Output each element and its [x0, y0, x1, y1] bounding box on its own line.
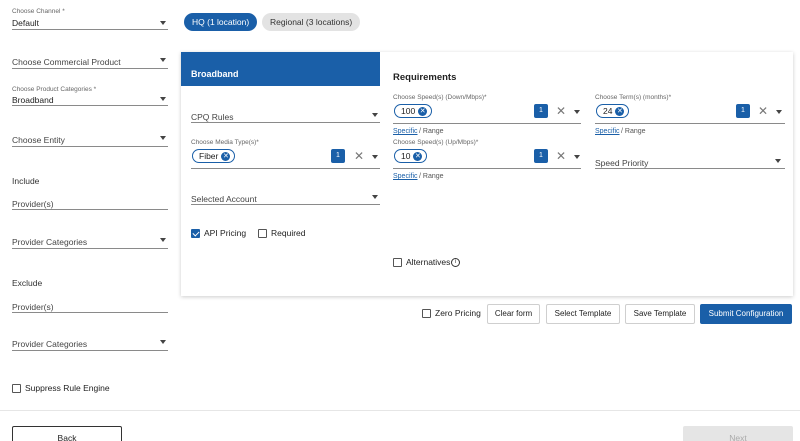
required-label: Required	[271, 228, 306, 238]
speed-priority-select[interactable]: Speed Priority	[595, 155, 785, 169]
tab-hq[interactable]: HQ (1 location)	[184, 13, 258, 31]
selected-account-select[interactable]: Selected Account	[191, 192, 380, 205]
clear-form-button[interactable]: Clear form	[487, 304, 540, 324]
close-circle-icon[interactable]: ✕	[615, 106, 625, 116]
product-categories-value: Broadband	[12, 95, 54, 105]
selected-account-placeholder: Selected Account	[191, 194, 257, 204]
include-providers-input[interactable]: Provider(s)	[12, 196, 168, 210]
include-heading: Include	[12, 176, 40, 186]
speed-down-chip-label: 100	[401, 106, 416, 116]
suppress-rule-engine-checkbox[interactable]	[12, 384, 21, 393]
speed-down-range-link[interactable]: / Range	[419, 128, 444, 135]
info-icon[interactable]: i	[451, 258, 460, 267]
save-template-button[interactable]: Save Template	[625, 304, 695, 324]
exclude-provider-categories-select[interactable]: Provider Categories	[12, 337, 168, 351]
media-type-chip-label: Fiber	[199, 151, 219, 161]
speed-up-range-link[interactable]: / Range	[419, 173, 444, 180]
alternatives-label: Alternatives	[406, 257, 451, 267]
media-type-count-badge: 1	[331, 149, 345, 163]
chevron-down-icon	[160, 136, 166, 140]
speed-up-label: Choose Speed(s) (Up/Mbps)*	[393, 139, 479, 146]
commercial-product-placeholder: Choose Commercial Product	[12, 57, 121, 67]
footer-divider	[0, 410, 800, 411]
chevron-down-icon	[372, 113, 378, 117]
entity-select[interactable]: Choose Entity	[12, 133, 168, 147]
next-button[interactable]: Next	[683, 426, 793, 441]
configuration-card	[181, 52, 793, 296]
speed-down-specific-link[interactable]: Specific	[393, 128, 418, 135]
chevron-down-icon	[160, 97, 166, 101]
term-label: Choose Term(s) (months)*	[595, 94, 672, 101]
include-provider-categories-placeholder: Provider Categories	[12, 237, 88, 247]
exclude-heading: Exclude	[12, 278, 43, 288]
commercial-product-select[interactable]: Choose Commercial Product	[12, 55, 168, 69]
speed-priority-placeholder: Speed Priority	[595, 158, 649, 168]
speed-down-count-badge: 1	[534, 104, 548, 118]
close-circle-icon[interactable]: ✕	[413, 151, 423, 161]
select-template-button[interactable]: Select Template	[546, 304, 620, 324]
cpq-rules-placeholder: CPQ Rules	[191, 112, 234, 122]
include-providers-placeholder: Provider(s)	[12, 199, 54, 209]
submit-configuration-button[interactable]: Submit Configuration	[700, 304, 792, 324]
zero-pricing-checkbox[interactable]	[422, 309, 431, 318]
chevron-down-icon[interactable]	[574, 155, 580, 159]
broadband-tab[interactable]: Broadband	[181, 52, 380, 86]
suppress-rule-engine-label: Suppress Rule Engine	[25, 383, 110, 393]
chevron-down-icon	[372, 195, 378, 199]
exclude-provider-categories-placeholder: Provider Categories	[12, 339, 88, 349]
chevron-down-icon[interactable]	[776, 110, 782, 114]
media-type-label: Choose Media Type(s)*	[191, 139, 259, 146]
product-categories-select[interactable]: Choose Product Categories * Broadband	[12, 86, 168, 106]
close-icon[interactable]: ✕	[354, 150, 364, 162]
chevron-down-icon	[160, 340, 166, 344]
chevron-down-icon[interactable]	[372, 155, 378, 159]
speed-up-count-badge: 1	[534, 149, 548, 163]
close-icon[interactable]: ✕	[556, 150, 566, 162]
required-checkbox[interactable]	[258, 229, 267, 238]
term-count-badge: 1	[736, 104, 750, 118]
api-pricing-checkbox[interactable]	[191, 229, 200, 238]
channel-select[interactable]: Choose Channel * Default	[12, 8, 168, 30]
exclude-providers-placeholder: Provider(s)	[12, 302, 54, 312]
close-circle-icon[interactable]: ✕	[221, 151, 231, 161]
channel-label: Choose Channel *	[12, 8, 65, 15]
term-chip[interactable]: 24 ✕	[596, 104, 630, 118]
speed-down-label: Choose Speed(s) (Down/Mbps)*	[393, 94, 487, 101]
alternatives-checkbox[interactable]	[393, 258, 402, 267]
speed-up-specific-link[interactable]: Specific	[393, 173, 418, 180]
speed-up-chip[interactable]: 10 ✕	[394, 149, 428, 163]
chevron-down-icon	[160, 58, 166, 62]
zero-pricing-label: Zero Pricing	[435, 308, 481, 318]
requirements-title: Requirements	[393, 72, 457, 83]
speed-down-chip[interactable]: 100 ✕	[394, 104, 433, 118]
tab-regional[interactable]: Regional (3 locations)	[262, 13, 361, 31]
chevron-down-icon	[160, 21, 166, 25]
term-range-link[interactable]: / Range	[621, 128, 646, 135]
close-icon[interactable]: ✕	[556, 105, 566, 117]
entity-placeholder: Choose Entity	[12, 135, 65, 145]
close-icon[interactable]: ✕	[758, 105, 768, 117]
include-provider-categories-select[interactable]: Provider Categories	[12, 235, 168, 249]
speed-up-chip-label: 10	[401, 151, 411, 161]
term-specific-link[interactable]: Specific	[595, 128, 620, 135]
exclude-providers-input[interactable]: Provider(s)	[12, 299, 168, 313]
close-circle-icon[interactable]: ✕	[418, 106, 428, 116]
channel-value: Default	[12, 18, 39, 28]
cpq-rules-select[interactable]: CPQ Rules	[191, 110, 380, 123]
api-pricing-label: API Pricing	[204, 228, 247, 238]
chevron-down-icon	[775, 159, 781, 163]
chevron-down-icon[interactable]	[574, 110, 580, 114]
chevron-down-icon	[160, 238, 166, 242]
product-categories-label: Choose Product Categories *	[12, 86, 97, 93]
media-type-chip[interactable]: Fiber ✕	[192, 149, 236, 163]
back-button[interactable]: Back	[12, 426, 122, 441]
term-chip-label: 24	[603, 106, 613, 116]
